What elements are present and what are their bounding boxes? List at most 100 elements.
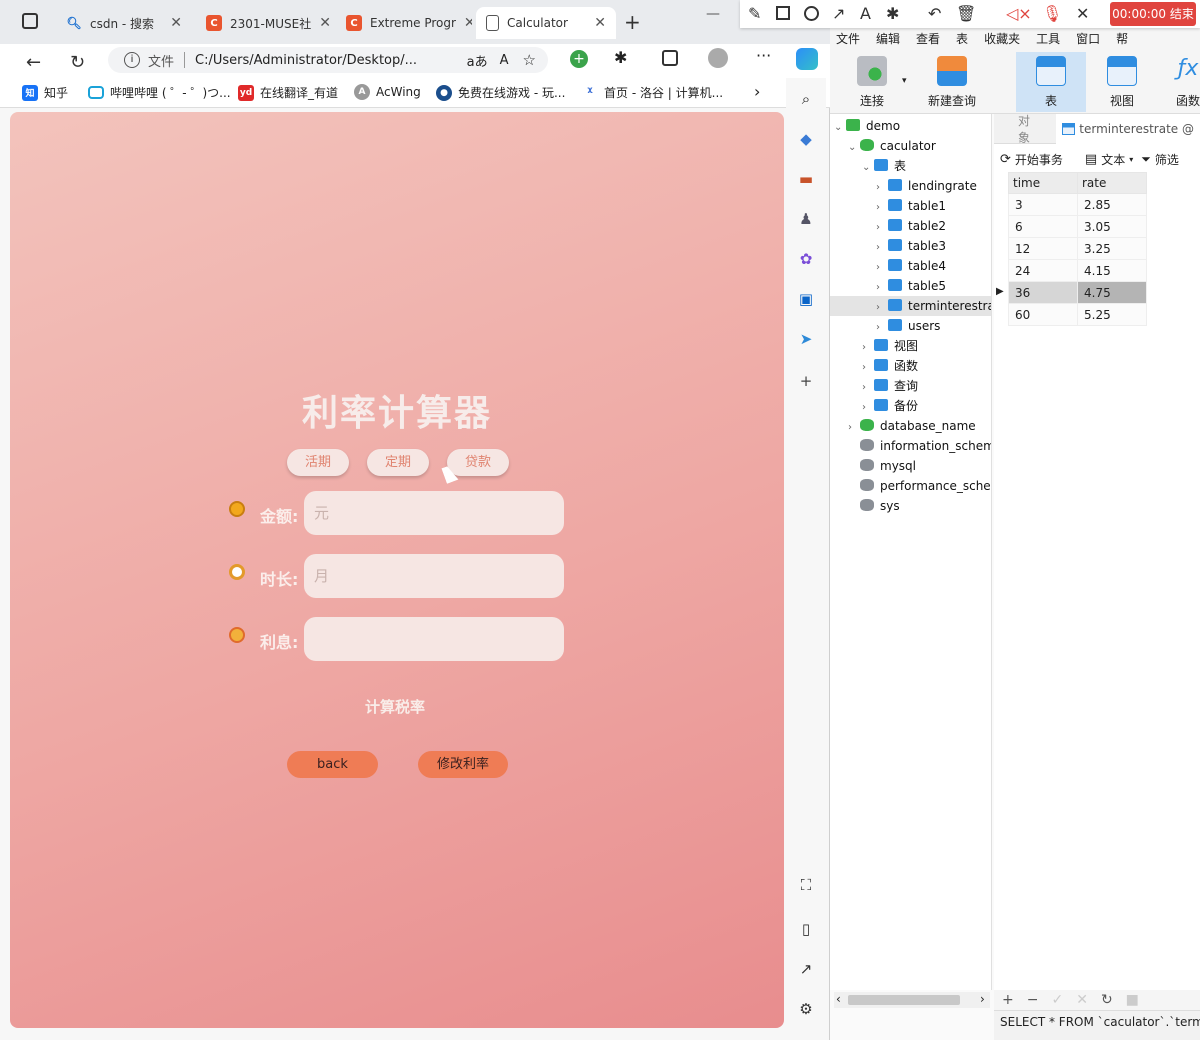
menu-help[interactable]: 帮 xyxy=(1116,30,1128,47)
tab-calculator[interactable]: Calculator ✕ xyxy=(476,7,616,39)
refresh-icon[interactable]: ↻ xyxy=(70,52,85,73)
extensions-puzzle-icon[interactable]: ✱ xyxy=(614,48,627,67)
back-button[interactable]: back xyxy=(287,751,378,778)
tag-icon[interactable]: ◆ xyxy=(796,130,816,150)
close-icon[interactable]: ✕ xyxy=(1076,4,1089,23)
expand-chevron-icon[interactable]: › xyxy=(876,238,888,258)
office-icon[interactable]: ✿ xyxy=(796,250,816,270)
tree-node[interactable]: › table2 xyxy=(830,216,991,236)
screenshot-icon[interactable]: ⛶ xyxy=(796,876,816,896)
calculate-button[interactable]: 计算税率 xyxy=(365,696,425,717)
extension-add-icon[interactable]: + xyxy=(570,50,588,68)
scroll-left-icon[interactable]: ‹ xyxy=(836,992,841,1006)
expand-chevron-icon[interactable]: › xyxy=(876,198,888,218)
menu-file[interactable]: 文件 xyxy=(836,30,860,47)
chevron-right-icon[interactable]: › xyxy=(754,82,760,101)
menu-view[interactable]: 查看 xyxy=(916,30,940,47)
expand-chevron-icon[interactable]: › xyxy=(876,298,888,318)
expand-chevron-icon[interactable]: ⌄ xyxy=(862,158,874,178)
table-button[interactable]: 表 xyxy=(1016,52,1086,112)
outlook-icon[interactable]: ▣ xyxy=(796,290,816,310)
sidebar-toggle-icon[interactable]: ▯ xyxy=(796,920,816,940)
dropdown-arrow-icon[interactable]: ▾ xyxy=(902,76,907,86)
close-icon[interactable]: ✕ xyxy=(319,15,331,31)
read-aloud-icon[interactable]: A xyxy=(500,53,509,68)
menu-window[interactable]: 窗口 xyxy=(1076,30,1100,47)
filter-button[interactable]: ⏷ 筛选 xyxy=(1141,151,1179,168)
url-text[interactable]: C:/Users/Administrator/Desktop/... xyxy=(195,53,417,68)
tab-csdn[interactable]: 🔍︎ csdn - 搜索 ✕ xyxy=(56,7,192,39)
close-icon[interactable]: ✕ xyxy=(464,15,472,31)
new-query-button[interactable]: 新建查询 xyxy=(920,56,984,109)
tab-muse[interactable]: C 2301-MUSE社 ✕ xyxy=(196,7,332,39)
tree-node[interactable]: › table5 xyxy=(830,276,991,298)
menu-tools[interactable]: 工具 xyxy=(1036,30,1060,47)
tree-node[interactable]: › lendingrate xyxy=(830,176,991,196)
table-row[interactable]: 12 3.25 xyxy=(1008,237,1147,260)
column-header-time[interactable]: time xyxy=(1008,172,1078,194)
expand-chevron-icon[interactable]: › xyxy=(862,338,874,358)
pen-icon[interactable]: ✎ xyxy=(748,4,761,23)
cell-rate[interactable]: 4.75 xyxy=(1077,281,1147,304)
expand-chevron-icon[interactable]: › xyxy=(876,258,888,278)
bookmark-bilibili[interactable]: 哔哩哔哩 ( ゜- ゜)つ... xyxy=(88,84,231,101)
circle-icon[interactable] xyxy=(804,6,819,21)
table-row[interactable]: 60 5.25 xyxy=(1008,303,1147,326)
mode-demand-button[interactable]: 活期 xyxy=(287,449,349,476)
add-row-icon[interactable]: + xyxy=(1002,992,1014,1008)
expand-chevron-icon[interactable]: › xyxy=(862,358,874,378)
highlighter-icon[interactable]: ✱ xyxy=(886,4,899,23)
bookmark-games[interactable]: ● 免费在线游戏 - 玩... xyxy=(436,84,565,101)
close-icon[interactable]: ✕ xyxy=(594,15,606,31)
minimize-icon[interactable]: — xyxy=(706,6,720,22)
tree-scrollbar[interactable]: ‹ › xyxy=(834,992,990,1008)
text-tool-icon[interactable]: A xyxy=(860,4,871,23)
interest-input[interactable] xyxy=(304,617,564,661)
begin-transaction-button[interactable]: ⟳ 开始事务 xyxy=(1000,151,1063,168)
expand-chevron-icon[interactable]: › xyxy=(876,318,888,338)
bookmark-zhihu[interactable]: 知 知乎 xyxy=(22,84,68,101)
tree-node[interactable]: › table3 xyxy=(830,236,991,258)
speaker-muted-icon[interactable]: ◁× xyxy=(1006,4,1032,23)
cell-rate[interactable]: 5.25 xyxy=(1077,303,1147,326)
new-tab-icon[interactable]: + xyxy=(624,10,641,34)
arrow-icon[interactable]: ↗ xyxy=(832,4,845,23)
send-icon[interactable]: ➤ xyxy=(796,330,816,350)
tree-node[interactable]: sys xyxy=(830,496,991,516)
tree-node[interactable]: › database_name xyxy=(830,416,991,436)
scroll-thumb[interactable] xyxy=(848,995,960,1005)
cell-time[interactable]: 24 xyxy=(1008,259,1078,282)
tree-node[interactable]: performance_schema xyxy=(830,476,991,496)
expand-chevron-icon[interactable]: › xyxy=(876,278,888,298)
cell-time[interactable]: 60 xyxy=(1008,303,1078,326)
delete-row-icon[interactable]: − xyxy=(1027,992,1039,1008)
connect-button[interactable]: 连接 xyxy=(848,56,896,109)
column-header-rate[interactable]: rate xyxy=(1077,172,1147,194)
tree-node[interactable]: › 视图 xyxy=(830,336,991,358)
table-row[interactable]: 24 4.15 xyxy=(1008,259,1147,282)
cell-rate[interactable]: 3.05 xyxy=(1077,215,1147,238)
view-button[interactable]: 视图 xyxy=(1100,56,1144,109)
split-screen-icon[interactable] xyxy=(662,50,678,66)
tree-node[interactable]: ⌄ 表 xyxy=(830,156,991,178)
duration-input[interactable] xyxy=(304,554,564,598)
mode-loan-button[interactable]: 贷款 xyxy=(447,449,509,476)
undo-icon[interactable]: ↶ xyxy=(928,4,941,23)
table-row[interactable]: 6 3.05 xyxy=(1008,215,1147,238)
favorite-star-icon[interactable]: ☆ xyxy=(523,51,536,69)
tree-node[interactable]: mysql xyxy=(830,456,991,476)
translate-icon[interactable]: aあ xyxy=(467,51,488,70)
mic-muted-icon[interactable]: 🎙︎ xyxy=(1042,4,1062,23)
tree-node[interactable]: › 备份 xyxy=(830,396,991,416)
table-row[interactable]: 3 2.85 xyxy=(1008,193,1147,216)
tab-actions-icon[interactable] xyxy=(22,13,38,29)
tab-terminterestrate[interactable]: terminterestrate @ xyxy=(1056,113,1200,144)
apply-check-icon[interactable]: ✓ xyxy=(1051,992,1063,1008)
bookmark-youdao[interactable]: yd 在线翻译_有道 xyxy=(238,84,338,101)
function-button[interactable]: ƒx 函数 xyxy=(1168,56,1200,109)
table-row[interactable]: 36 4.75 xyxy=(1008,281,1147,304)
modify-rate-button[interactable]: 修改利率 xyxy=(418,751,508,778)
scroll-right-icon[interactable]: › xyxy=(980,992,985,1006)
tree-node[interactable]: › users xyxy=(830,316,991,338)
cell-time[interactable]: 6 xyxy=(1008,215,1078,238)
